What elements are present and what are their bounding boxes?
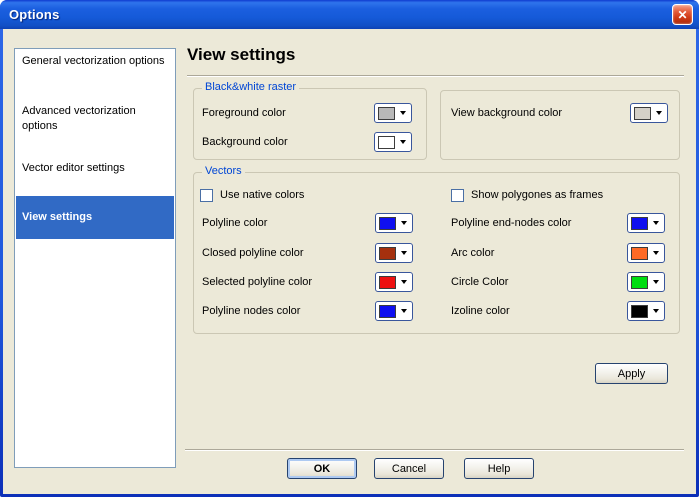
dropdown-arrow-icon bbox=[401, 221, 407, 225]
closed-polyline-color-row: Closed polyline color bbox=[202, 243, 413, 263]
color-swatch bbox=[631, 304, 648, 318]
color-swatch bbox=[378, 135, 395, 149]
polyline-color-row: Polyline color bbox=[202, 213, 413, 233]
polyline-nodes-color-picker[interactable] bbox=[375, 301, 413, 321]
show-polygones-checkbox[interactable] bbox=[451, 188, 464, 202]
color-swatch bbox=[378, 106, 395, 120]
view-background-color-row: View background color bbox=[451, 103, 668, 123]
view-background-color-picker[interactable] bbox=[630, 103, 668, 123]
group-vectors: Vectors Use native colors Show polygones… bbox=[193, 165, 680, 334]
use-native-colors-checkbox[interactable] bbox=[200, 188, 213, 202]
color-swatch bbox=[379, 304, 396, 318]
selected-polyline-color-label: Selected polyline color bbox=[202, 276, 313, 288]
izoline-color-picker[interactable] bbox=[627, 301, 665, 321]
color-swatch bbox=[634, 106, 651, 120]
polyline-end-nodes-color-picker[interactable] bbox=[627, 213, 665, 233]
cancel-button[interactable]: Cancel bbox=[374, 458, 444, 479]
close-button[interactable]: ✕ bbox=[672, 4, 693, 25]
polyline-end-nodes-color-row: Polyline end-nodes color bbox=[451, 213, 665, 233]
circle-color-row: Circle Color bbox=[451, 272, 665, 292]
heading-separator bbox=[187, 75, 684, 77]
closed-polyline-color-picker[interactable] bbox=[375, 243, 413, 263]
dropdown-arrow-icon bbox=[653, 280, 659, 284]
dropdown-arrow-icon bbox=[401, 280, 407, 284]
view-background-color-label: View background color bbox=[451, 107, 563, 119]
izoline-color-row: Izoline color bbox=[451, 301, 665, 321]
sidebar-item-advanced-vectorization[interactable]: Advanced vectorization options bbox=[22, 104, 170, 134]
color-swatch bbox=[379, 216, 396, 230]
foreground-color-row: Foreground color bbox=[202, 103, 412, 123]
foreground-color-picker[interactable] bbox=[374, 103, 412, 123]
izoline-color-label: Izoline color bbox=[451, 305, 510, 317]
polyline-nodes-color-label: Polyline nodes color bbox=[202, 305, 301, 317]
page-title: View settings bbox=[187, 45, 296, 64]
sidebar-item-general-vectorization[interactable]: General vectorization options bbox=[22, 54, 170, 69]
use-native-colors-label: Use native colors bbox=[220, 189, 305, 201]
apply-button[interactable]: Apply bbox=[595, 363, 668, 384]
background-color-picker[interactable] bbox=[374, 132, 412, 152]
dropdown-arrow-icon bbox=[400, 140, 406, 144]
color-swatch bbox=[379, 275, 396, 289]
ok-button[interactable]: OK bbox=[287, 458, 357, 479]
use-native-colors-checkbox-row: Use native colors bbox=[200, 188, 304, 202]
color-swatch bbox=[379, 246, 396, 260]
circle-color-picker[interactable] bbox=[627, 272, 665, 292]
sidebar: General vectorization options Advanced v… bbox=[14, 48, 176, 468]
polyline-color-picker[interactable] bbox=[375, 213, 413, 233]
group-bw-raster-caption: Black&white raster bbox=[202, 81, 300, 93]
options-dialog: Options ✕ General vectorization options … bbox=[0, 0, 699, 497]
arc-color-picker[interactable] bbox=[627, 243, 665, 263]
background-color-label: Background color bbox=[202, 136, 288, 148]
color-swatch bbox=[631, 246, 648, 260]
sidebar-item-view-settings[interactable]: View settings bbox=[16, 196, 174, 239]
closed-polyline-color-label: Closed polyline color bbox=[202, 247, 304, 259]
dropdown-arrow-icon bbox=[656, 111, 662, 115]
title-bar[interactable]: Options ✕ bbox=[0, 0, 699, 29]
window-title: Options bbox=[9, 7, 60, 22]
dropdown-arrow-icon bbox=[401, 309, 407, 313]
arc-color-label: Arc color bbox=[451, 247, 495, 259]
show-polygones-checkbox-row: Show polygones as frames bbox=[451, 188, 603, 202]
dropdown-arrow-icon bbox=[400, 111, 406, 115]
selected-polyline-color-row: Selected polyline color bbox=[202, 272, 413, 292]
arc-color-row: Arc color bbox=[451, 243, 665, 263]
footer-separator bbox=[185, 449, 684, 451]
color-swatch bbox=[631, 275, 648, 289]
close-icon: ✕ bbox=[677, 7, 688, 22]
foreground-color-label: Foreground color bbox=[202, 107, 286, 119]
show-polygones-label: Show polygones as frames bbox=[471, 189, 604, 201]
selected-polyline-color-picker[interactable] bbox=[375, 272, 413, 292]
circle-color-label: Circle Color bbox=[451, 276, 509, 288]
background-color-row: Background color bbox=[202, 132, 412, 152]
help-button[interactable]: Help bbox=[464, 458, 534, 479]
group-vectors-caption: Vectors bbox=[202, 165, 245, 177]
group-view-background: View background color bbox=[440, 90, 680, 160]
color-swatch bbox=[631, 216, 648, 230]
polyline-nodes-color-row: Polyline nodes color bbox=[202, 301, 413, 321]
dialog-body: General vectorization options Advanced v… bbox=[3, 29, 696, 494]
dropdown-arrow-icon bbox=[653, 221, 659, 225]
dropdown-arrow-icon bbox=[653, 251, 659, 255]
dropdown-arrow-icon bbox=[401, 251, 407, 255]
polyline-end-nodes-color-label: Polyline end-nodes color bbox=[451, 217, 572, 229]
polyline-color-label: Polyline color bbox=[202, 217, 268, 229]
sidebar-item-vector-editor[interactable]: Vector editor settings bbox=[22, 161, 170, 176]
group-bw-raster: Black&white raster Foreground color Back… bbox=[193, 81, 427, 160]
dropdown-arrow-icon bbox=[653, 309, 659, 313]
